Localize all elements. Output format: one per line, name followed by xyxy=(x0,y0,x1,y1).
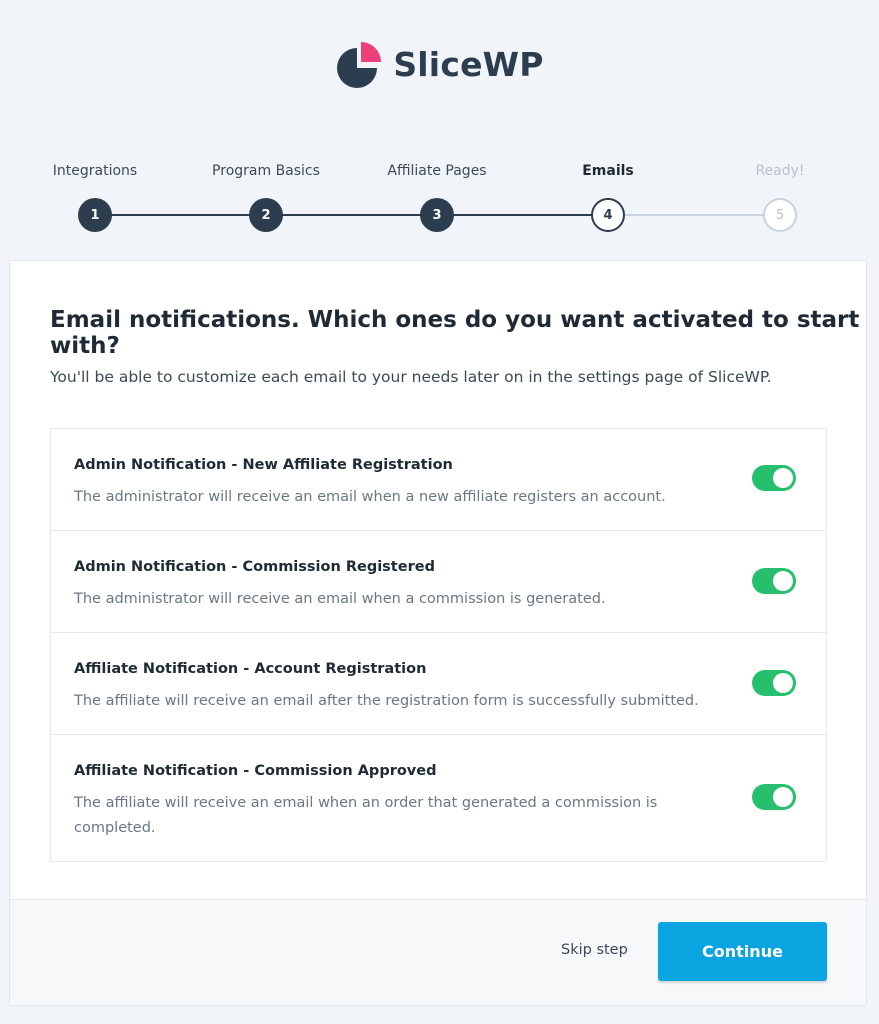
emails-card: Email notifications. Which ones do you w… xyxy=(9,260,867,1006)
notification-description: The administrator will receive an email … xyxy=(74,489,666,505)
toggle-knob xyxy=(773,468,793,488)
step-number: 5 xyxy=(763,198,797,232)
notification-title: Affiliate Notification - Account Registr… xyxy=(74,661,427,677)
step-program-basics[interactable]: Program Basics 2 xyxy=(186,160,346,232)
step-label: Affiliate Pages xyxy=(387,163,487,179)
step-number: 2 xyxy=(249,198,283,232)
toggle-knob xyxy=(773,787,793,807)
notification-item: Admin Notification - Commission Register… xyxy=(51,531,826,633)
notification-title: Admin Notification - Commission Register… xyxy=(74,559,435,575)
notification-toggle[interactable] xyxy=(752,568,796,594)
notification-item: Affiliate Notification - Account Registr… xyxy=(51,633,826,735)
step-label: Program Basics xyxy=(212,163,320,179)
step-number: 1 xyxy=(78,198,112,232)
notification-toggle[interactable] xyxy=(752,784,796,810)
logo: SliceWP xyxy=(0,40,879,88)
notification-description: The administrator will receive an email … xyxy=(74,591,606,607)
step-ready: Ready! 5 xyxy=(700,160,860,232)
notification-toggle[interactable] xyxy=(752,670,796,696)
notification-description: The affiliate will receive an email when… xyxy=(74,795,658,836)
toggle-knob xyxy=(773,673,793,693)
notification-title: Affiliate Notification - Commission Appr… xyxy=(74,763,437,779)
step-label: Emails xyxy=(582,163,634,179)
notification-item: Admin Notification - New Affiliate Regis… xyxy=(51,429,826,531)
notification-toggle[interactable] xyxy=(752,465,796,491)
notification-list: Admin Notification - New Affiliate Regis… xyxy=(50,428,827,862)
continue-button[interactable]: Continue xyxy=(658,922,827,981)
brand-name: SliceWP xyxy=(393,44,544,84)
step-integrations[interactable]: Integrations 1 xyxy=(15,160,175,232)
page-title: Email notifications. Which ones do you w… xyxy=(50,307,860,359)
step-emails: Emails 4 xyxy=(528,160,688,232)
step-label: Ready! xyxy=(755,163,805,179)
page-subtitle: You'll be able to customize each email t… xyxy=(50,368,772,386)
notification-title: Admin Notification - New Affiliate Regis… xyxy=(74,457,453,473)
step-affiliate-pages[interactable]: Affiliate Pages 3 xyxy=(357,160,517,232)
setup-stepper: Integrations 1 Program Basics 2 Affiliat… xyxy=(0,160,879,240)
toggle-knob xyxy=(773,571,793,591)
notification-item: Affiliate Notification - Commission Appr… xyxy=(51,735,826,861)
step-number: 4 xyxy=(591,198,625,232)
step-label: Integrations xyxy=(52,163,138,179)
step-number: 3 xyxy=(420,198,454,232)
card-footer: Skip step Continue xyxy=(10,899,866,1005)
slicewp-logo-icon xyxy=(337,42,382,88)
notification-description: The affiliate will receive an email afte… xyxy=(74,693,699,709)
skip-step-link[interactable]: Skip step xyxy=(561,942,628,958)
